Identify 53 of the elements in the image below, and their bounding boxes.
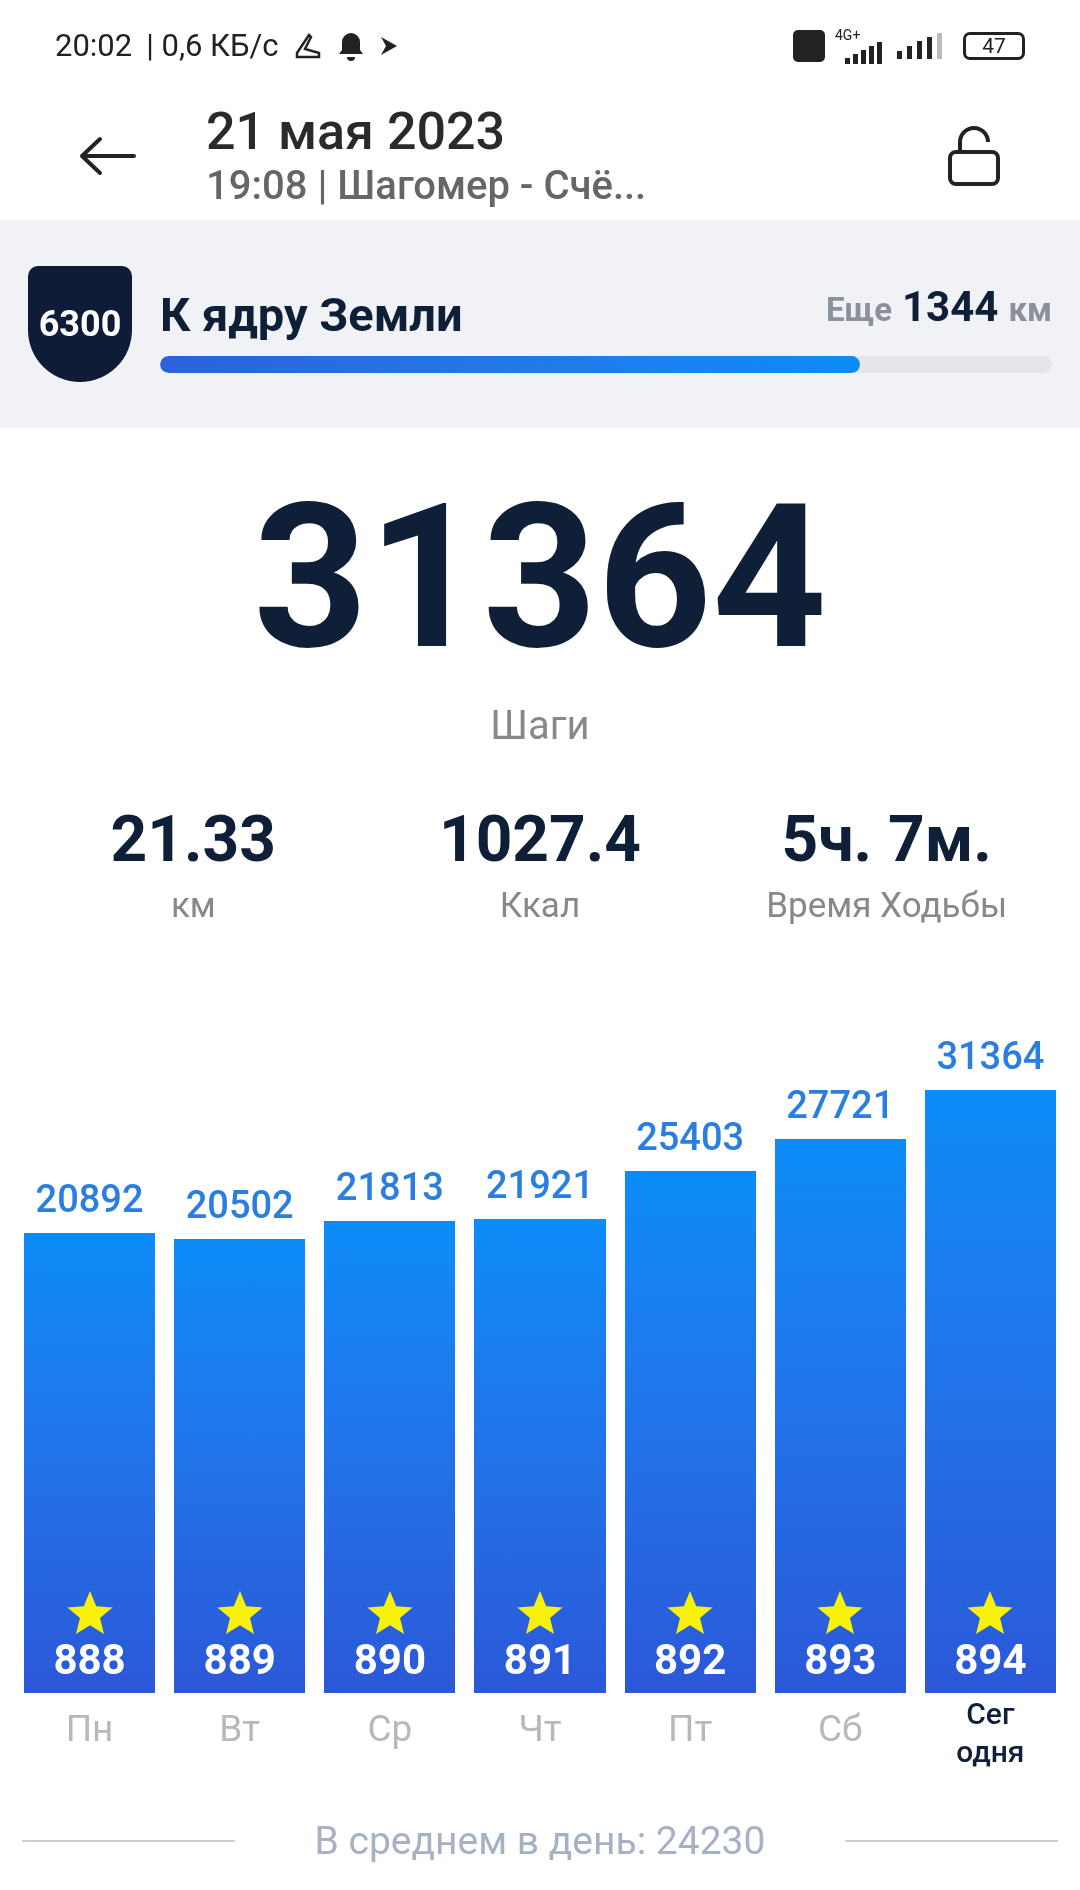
day-label: Сб	[818, 1706, 863, 1751]
day-step-value: 21813	[335, 1163, 444, 1211]
day-label: Чт	[518, 1706, 562, 1751]
header-subtitle: 19:08 | Шагомер - Счё...	[206, 162, 648, 210]
remaining-unit: км	[1008, 289, 1052, 331]
goal-badge: 6300	[28, 266, 132, 382]
network-speed: | 0,6 КБ/с	[146, 25, 279, 66]
star-icon	[666, 1590, 715, 1637]
header-title: 21 мая 2023	[206, 102, 507, 162]
bell-icon	[336, 31, 365, 61]
day-rank: 893	[804, 1636, 877, 1683]
star-icon	[966, 1590, 1015, 1637]
day-step-value: 25403	[636, 1114, 745, 1162]
stat-label: Время Ходьбы	[766, 884, 1008, 928]
day-label: Сег одня	[955, 1694, 1026, 1771]
day-step-value: 31364	[936, 1032, 1045, 1080]
stat-label: км	[170, 884, 216, 928]
day-label: Вт	[219, 1706, 261, 1751]
day-rank: 891	[503, 1636, 577, 1683]
star-icon	[215, 1590, 264, 1637]
back-arrow-icon[interactable]	[78, 136, 136, 176]
day-rank: 892	[654, 1636, 727, 1683]
remaining-value: 1344	[902, 281, 999, 333]
day-label: Пт	[668, 1706, 713, 1751]
goal-title: К ядру Земли	[160, 291, 463, 338]
day-rank: 890	[353, 1636, 426, 1683]
day-step-value: 20502	[185, 1181, 294, 1229]
stat-label: Ккал	[499, 884, 581, 928]
day-step-value: 21921	[486, 1162, 594, 1210]
day-step-value: 20892	[35, 1176, 144, 1224]
day-rank: 888	[53, 1636, 126, 1683]
daily-average: В среднем в день: 24230	[314, 1816, 766, 1866]
day-step-value: 27721	[786, 1082, 895, 1130]
day-rank: 889	[203, 1636, 276, 1683]
star-icon	[516, 1590, 564, 1637]
status-time: 20:02	[55, 25, 133, 66]
signal-icon	[895, 33, 945, 59]
stat-value: 1027.4	[438, 804, 642, 876]
remaining-label: Еще	[825, 289, 892, 331]
stat-value: 5ч. 7м.	[781, 804, 992, 876]
day-label: Ср	[367, 1706, 413, 1751]
star-icon	[816, 1590, 865, 1637]
star-icon	[65, 1590, 114, 1637]
network-type: 4G+	[835, 28, 861, 42]
star-icon	[365, 1590, 414, 1637]
play-icon	[378, 35, 399, 57]
battery-icon: 47	[963, 32, 1025, 60]
stat-value: 21.33	[110, 804, 277, 876]
day-rank: 894	[954, 1636, 1027, 1683]
steps-label: Шаги	[490, 701, 590, 751]
unlocked-lock-icon[interactable]	[946, 126, 1002, 186]
step-count: 31364	[253, 468, 827, 688]
day-label: Пн	[65, 1706, 114, 1751]
